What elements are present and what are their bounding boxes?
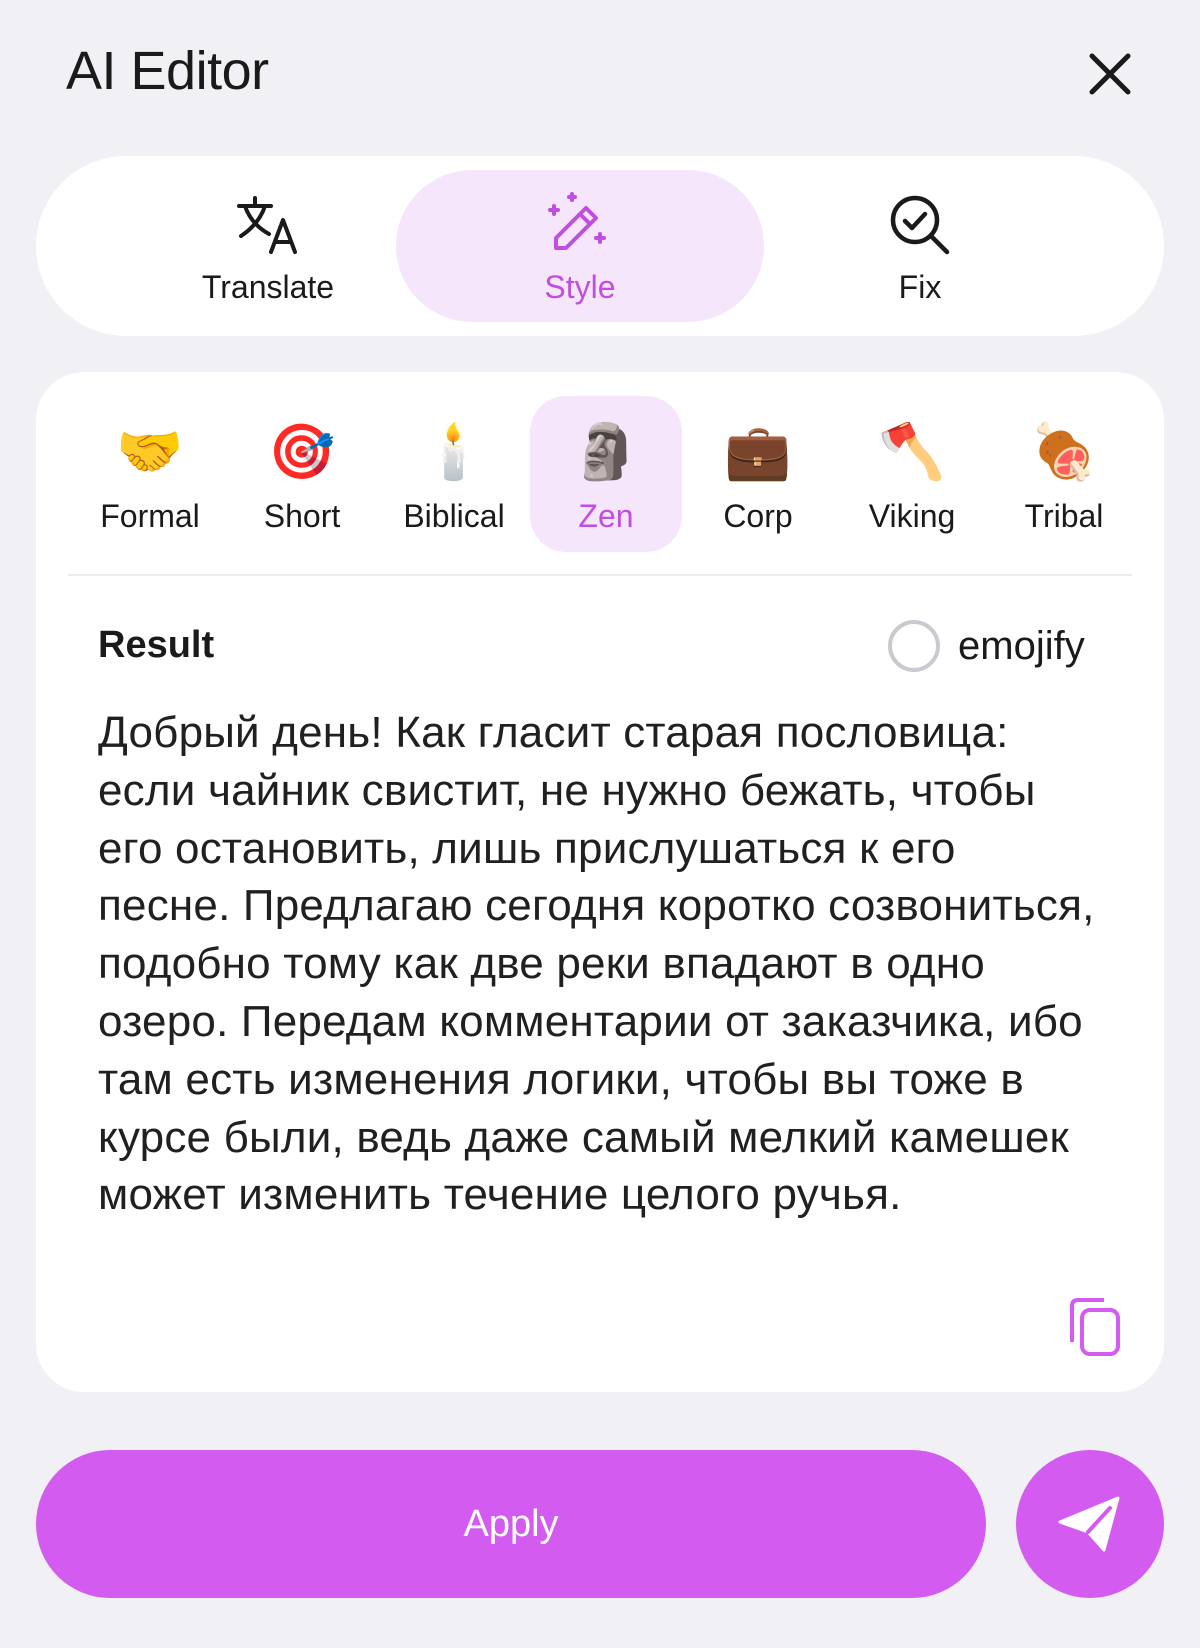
style-zen[interactable]: 🗿 Zen — [530, 396, 682, 552]
send-button[interactable] — [1016, 1450, 1164, 1598]
translate-icon — [233, 187, 303, 263]
style-biblical[interactable]: 🕯️ Biblical — [378, 396, 530, 552]
axe-icon: 🪓 — [878, 421, 946, 482]
style-short[interactable]: 🎯 Short — [226, 396, 378, 552]
magic-wand-icon — [542, 187, 618, 263]
tab-fix[interactable]: Fix — [736, 170, 1104, 322]
emojify-radio[interactable] — [888, 620, 940, 672]
page-title: AI Editor — [66, 41, 269, 101]
target-icon: 🎯 — [268, 421, 336, 482]
style-zen-label: Zen — [578, 497, 634, 534]
tab-style-label: Style — [544, 268, 616, 305]
style-tribal-label: Tribal — [1024, 497, 1104, 534]
close-icon — [1089, 53, 1131, 95]
search-check-icon — [887, 187, 953, 263]
result-label: Result — [98, 624, 215, 666]
emojify-label: emojify — [958, 623, 1085, 668]
emojify-toggle[interactable]: emojify — [888, 616, 1085, 676]
style-options: 🤝 Formal 🎯 Short 🕯️ Biblical 🗿 Zen 💼 Cor… — [72, 396, 1136, 552]
apply-button[interactable]: Apply — [36, 1450, 986, 1598]
style-card: 🤝 Formal 🎯 Short 🕯️ Biblical 🗿 Zen 💼 Cor… — [36, 372, 1164, 1392]
send-icon — [1058, 1496, 1120, 1552]
mode-tabs: Translate Style Fix — [36, 156, 1164, 336]
meat-icon: 🍖 — [1030, 421, 1098, 482]
style-viking[interactable]: 🪓 Viking — [836, 396, 988, 552]
tab-fix-label: Fix — [898, 268, 942, 305]
copy-icon — [1070, 1298, 1120, 1356]
moai-icon: 🗿 — [572, 421, 640, 482]
close-button[interactable] — [1082, 46, 1138, 102]
copy-button[interactable] — [1062, 1292, 1126, 1362]
style-formal[interactable]: 🤝 Formal — [74, 396, 226, 552]
tab-translate-label: Translate — [201, 268, 335, 305]
style-tribal[interactable]: 🍖 Tribal — [988, 396, 1140, 552]
result-text: Добрый день! Как гласит старая пословица… — [98, 708, 1095, 1220]
style-viking-label: Viking — [868, 497, 956, 534]
handshake-icon: 🤝 — [116, 421, 184, 482]
style-biblical-label: Biblical — [403, 497, 505, 534]
style-short-label: Short — [263, 497, 341, 534]
header: AI Editor — [0, 0, 1200, 150]
style-formal-label: Formal — [100, 497, 200, 534]
tab-style[interactable]: Style — [396, 170, 764, 322]
style-corp[interactable]: 💼 Corp — [682, 396, 834, 552]
candle-icon: 🕯️ — [420, 421, 488, 482]
briefcase-icon: 💼 — [724, 421, 792, 482]
style-corp-label: Corp — [723, 497, 793, 534]
divider — [68, 574, 1132, 576]
